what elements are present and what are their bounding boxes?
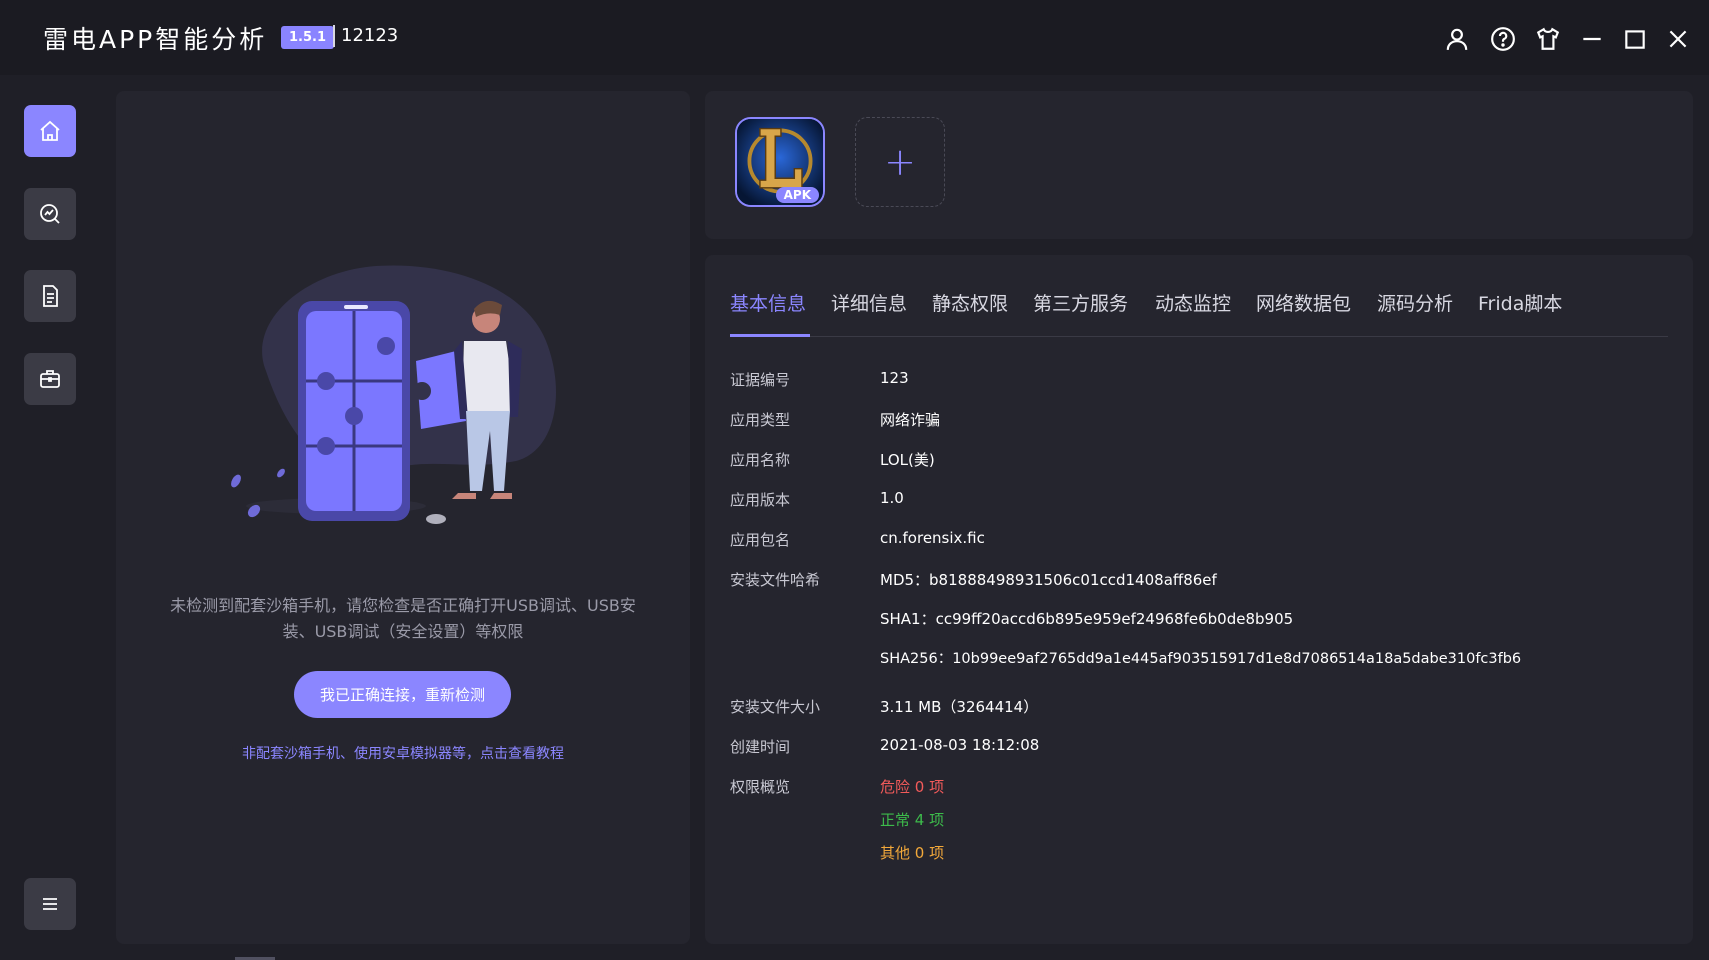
user-id: 12123	[341, 25, 399, 46]
recheck-button[interactable]: 我已正确连接，重新检测	[294, 671, 511, 718]
add-icon: +	[884, 140, 916, 184]
menu-icon	[43, 898, 57, 910]
tab-static-permissions[interactable]: 静态权限	[932, 289, 1008, 316]
package-label: 应用包名	[730, 531, 791, 549]
sha1-value: SHA1：cc99ff20accd6b895e959ef24968fe6b0de…	[880, 610, 1294, 628]
sha256-value: SHA256：10b99ee9af2765dd9a1e445af90351591…	[880, 651, 1522, 667]
tab-third-party-services[interactable]: 第三方服务	[1033, 289, 1128, 316]
analysis-icon	[40, 204, 60, 224]
app-type-value: 网络诈骗	[880, 411, 941, 429]
sidebar-item-analysis[interactable]	[24, 188, 76, 240]
apk-badge: APK	[775, 187, 819, 203]
file-size-label: 安装文件大小	[730, 698, 821, 716]
permission-normal-count: 正常 4 项	[880, 811, 945, 829]
minimize-icon[interactable]	[1577, 24, 1607, 54]
app-type-label: 应用类型	[730, 411, 791, 429]
info-tabs: 基本信息 详细信息 静态权限 第三方服务 动态监控 网络数据包 源码分析 Fri…	[730, 279, 1668, 337]
app-version-label: 应用版本	[730, 491, 791, 509]
sidebar-item-report[interactable]	[24, 270, 76, 322]
sidebar-menu-button[interactable]	[24, 878, 76, 930]
app-name-label: 应用名称	[730, 451, 791, 469]
title-separator	[333, 25, 335, 47]
skin-icon[interactable]	[1533, 24, 1563, 54]
tab-dynamic-monitor[interactable]: 动态监控	[1155, 289, 1231, 316]
file-size-value: 3.11 MB（3264414）	[880, 698, 1039, 716]
app-info-panel: 基本信息 详细信息 静态权限 第三方服务 动态监控 网络数据包 源码分析 Fri…	[705, 255, 1693, 944]
device-not-detected-notice: 未检测到配套沙箱手机，请您检查是否正确打开USB调试、USB安装、USB调试（安…	[170, 596, 636, 641]
app-version-value: 1.0	[880, 489, 904, 507]
created-time-label: 创建时间	[730, 738, 791, 756]
user-icon[interactable]	[1442, 24, 1472, 54]
permission-danger-count: 危险 0 项	[880, 778, 945, 796]
package-value: cn.forensix.fic	[880, 529, 985, 547]
tab-frida-script[interactable]: Frida脚本	[1478, 289, 1562, 316]
tutorial-link[interactable]: 非配套沙箱手机、使用安卓模拟器等，点击查看教程	[156, 743, 650, 763]
permission-other-count: 其他 0 项	[880, 844, 945, 862]
maximize-icon[interactable]	[1620, 24, 1650, 54]
created-time-value: 2021-08-03 18:12:08	[880, 736, 1040, 754]
add-apk-button[interactable]: +	[855, 117, 945, 207]
puzzle-phone-illustration	[231, 265, 556, 524]
close-icon[interactable]	[1663, 24, 1693, 54]
permission-overview-label: 权限概览	[730, 778, 791, 796]
evidence-no-value: 123	[880, 369, 909, 387]
device-status-panel: 未检测到配套沙箱手机，请您检查是否正确打开USB调试、USB安装、USB调试（安…	[116, 91, 690, 944]
report-icon	[43, 285, 58, 307]
evidence-no-label: 证据编号	[730, 371, 791, 389]
home-icon	[40, 120, 60, 141]
apk-list-panel: APK +	[705, 91, 1693, 239]
tab-detail-info[interactable]: 详细信息	[831, 289, 907, 316]
apk-item-lol[interactable]: APK	[735, 117, 825, 207]
help-icon[interactable]	[1488, 24, 1518, 54]
app-name-value: LOL(美)	[880, 451, 935, 469]
version-badge: 1.5.1	[281, 26, 335, 49]
toolbox-icon	[40, 370, 60, 388]
md5-value: MD5：b81888498931506c01ccd1408aff86ef	[880, 571, 1217, 589]
sidebar	[0, 75, 100, 960]
tab-basic-info[interactable]: 基本信息	[730, 289, 806, 316]
app-title: 雷电APP智能分析	[43, 25, 268, 54]
sidebar-item-home[interactable]	[24, 105, 76, 157]
tab-source-analysis[interactable]: 源码分析	[1377, 289, 1453, 316]
active-tab-indicator	[730, 334, 810, 337]
hash-label: 安装文件哈希	[730, 571, 821, 589]
title-bar: 雷电APP智能分析 1.5.1 12123	[0, 0, 1709, 75]
sidebar-item-toolbox[interactable]	[24, 353, 76, 405]
tab-network-packets[interactable]: 网络数据包	[1256, 289, 1351, 316]
